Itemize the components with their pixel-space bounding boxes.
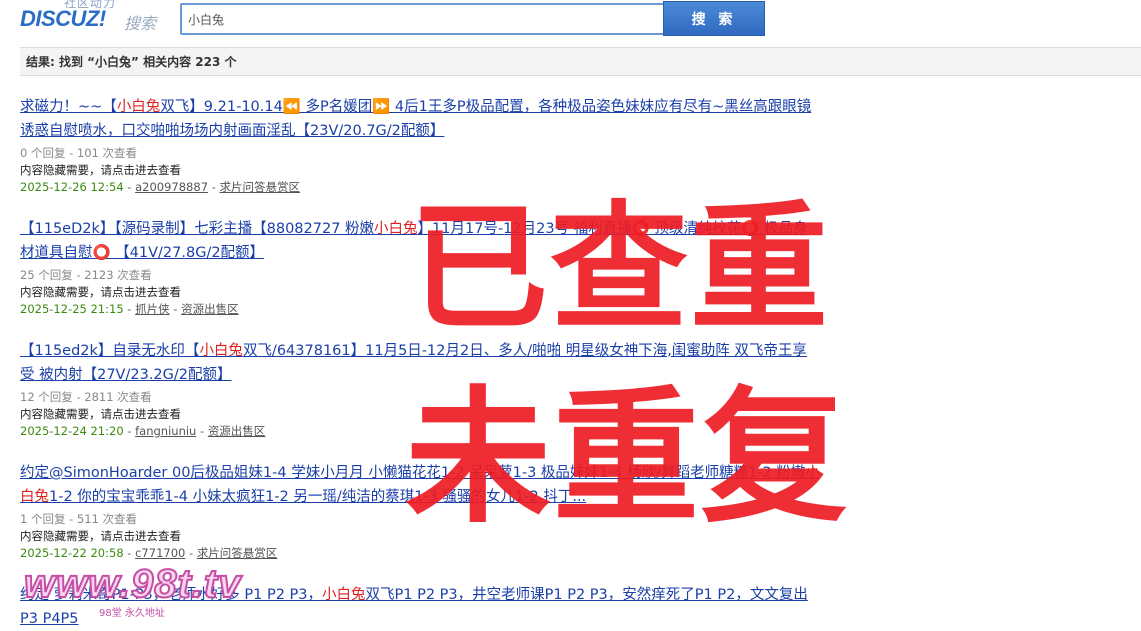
- title-highlight: 小白兔: [322, 587, 366, 603]
- title-text: 【115eD2k】【源码录制】七彩主播【88082727 粉嫩: [20, 221, 375, 237]
- hidden-content-note: 内容隐藏需要，请点击进去查看: [20, 163, 181, 177]
- title-text: 【115ed2k】自录无水印【: [20, 343, 200, 359]
- duplicate-check-stamp: 已查重: [410, 188, 831, 349]
- title-highlight: 小白兔: [199, 343, 243, 359]
- title-highlight: 小白兔: [116, 99, 161, 115]
- result-summary: 结果: 找到 “小白兔” 相关内容 223 个: [26, 55, 237, 69]
- result-title-link[interactable]: 求磁力！~~【小白兔双飞】9.21-10.14⏪ 多P名媛团⏩ 4后1王多P极品…: [20, 95, 820, 143]
- result-summary-bar: 结果: 找到 “小白兔” 相关内容 223 个: [20, 47, 1141, 76]
- author-link[interactable]: c771700: [135, 546, 185, 560]
- forum-link[interactable]: 求片问答悬赏区: [219, 180, 300, 194]
- post-date: 2025-12-25 21:15: [20, 302, 124, 316]
- watermark-text: www.98t.tv: [23, 561, 242, 607]
- no-duplicate-stamp: 未重复: [405, 373, 849, 543]
- result-stats: 0 个回复 - 101 次查看: [20, 146, 138, 160]
- post-date: 2025-12-26 12:54: [20, 180, 124, 194]
- post-date: 2025-12-24 21:20: [20, 424, 124, 438]
- list-item: 求磁力！~~【小白兔双飞】9.21-10.14⏪ 多P名媛团⏩ 4后1王多P极品…: [20, 95, 820, 196]
- author-link[interactable]: fangniuniu: [135, 424, 196, 438]
- author-link[interactable]: 抓片侠: [135, 302, 170, 316]
- forum-link[interactable]: 求片问答悬赏区: [197, 546, 278, 560]
- site-watermark: www.98t.tv 98堂 永久地址: [23, 561, 244, 628]
- search-button[interactable]: 搜 索: [663, 1, 765, 36]
- logo-search-label: 搜索: [124, 14, 157, 33]
- logo-brand: DISCUZ!: [20, 6, 106, 31]
- author-link[interactable]: a200978887: [135, 180, 208, 194]
- watermark-subtext: 98堂 永久地址: [96, 604, 168, 619]
- post-date: 2025-12-22 20:58: [20, 546, 124, 560]
- forum-link[interactable]: 资源出售区: [208, 424, 266, 438]
- discuz-logo[interactable]: 社区动力 DISCUZ! 搜索: [20, 0, 170, 36]
- search-input[interactable]: [180, 3, 666, 35]
- title-text: 求磁力！~~【: [20, 99, 117, 115]
- result-meta: 2025-12-22 20:58 - c771700 - 求片问答悬赏区: [20, 546, 278, 560]
- forum-link[interactable]: 资源出售区: [181, 302, 239, 316]
